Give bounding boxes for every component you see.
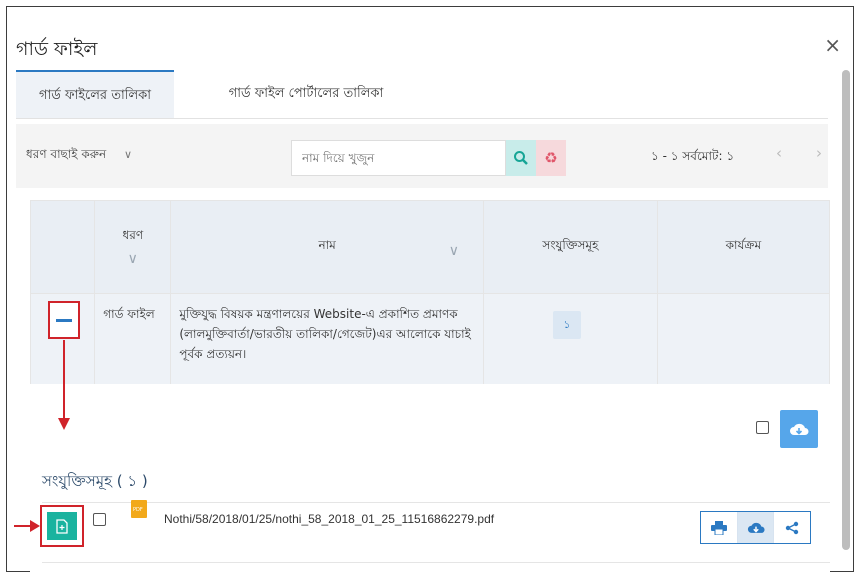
share-icon <box>785 521 799 534</box>
dialog-title: গার্ড ফাইল <box>16 38 98 60</box>
next-page-button[interactable]: › <box>816 144 822 162</box>
search-button[interactable] <box>506 140 536 176</box>
attachment-count-badge[interactable]: ১ <box>553 311 581 339</box>
chevron-down-icon: ∨ <box>123 148 133 161</box>
guard-file-table: ধরণ ∨ নাম ∨ সংযুক্তিসমূহ কার্যক্রম গার্ড… <box>29 200 831 403</box>
reset-button[interactable]: ♻ <box>536 140 566 176</box>
divider <box>42 502 830 503</box>
attachments-panel <box>30 384 830 574</box>
recycle-icon: ♻ <box>544 149 558 167</box>
file-checkbox[interactable] <box>93 513 106 526</box>
toolbar: ধরণ বাছাই করুন ∨ ♻ ১ - ১ সর্বমোট: ১ ‹ › <box>16 124 828 188</box>
attachments-column-header: সংযুক্তিসমূহ <box>483 200 658 294</box>
print-icon <box>710 520 727 535</box>
type-header-label: ধরণ <box>122 228 144 242</box>
annotation-arrow-head <box>30 520 40 532</box>
prev-page-button[interactable]: ‹ <box>776 144 782 162</box>
tab-bar: গার্ড ফাইলের তালিকা গার্ড ফাইল পোর্টালের… <box>16 70 828 119</box>
pdf-icon: PDF <box>131 500 147 518</box>
expand-column-header <box>29 200 96 294</box>
print-button[interactable] <box>701 512 738 543</box>
select-all-checkbox[interactable] <box>756 421 769 434</box>
table-header-row: ধরণ ∨ নাম ∨ সংযুক্তিসমূহ কার্যক্রম <box>29 200 831 294</box>
attachments-title: সংযুক্তিসমূহ ( ১ ) <box>42 472 148 490</box>
actions-column-header: কার্যক্রম <box>656 200 831 294</box>
minus-icon <box>56 318 72 322</box>
vertical-scrollbar[interactable] <box>842 70 850 550</box>
file-action-group <box>700 511 811 544</box>
type-filter-dropdown[interactable]: ধরণ বাছাই করুন ∨ <box>26 146 132 166</box>
pagination-summary: ১ - ১ সর্বমোট: ১ <box>651 149 735 163</box>
tab-guard-file-list[interactable]: গার্ড ফাইলের তালিকা <box>16 70 174 118</box>
cloud-download-icon <box>790 423 809 435</box>
collapse-row-button[interactable] <box>48 301 80 339</box>
annotation-arrow-head <box>58 418 70 430</box>
search-icon <box>514 151 528 165</box>
sort-chevron-icon: ∨ <box>127 251 138 267</box>
tab-guard-file-portal-list[interactable]: গার্ড ফাইল পোর্টালের তালিকা <box>206 70 406 118</box>
view-file-button[interactable] <box>40 505 84 547</box>
file-icon <box>56 518 68 534</box>
close-icon[interactable]: × <box>824 33 841 57</box>
divider <box>42 562 830 563</box>
name-header-label: নাম <box>318 238 336 252</box>
search-input[interactable] <box>291 140 506 176</box>
type-column-header[interactable]: ধরণ ∨ <box>94 200 172 294</box>
download-all-button[interactable] <box>780 410 818 448</box>
cloud-download-icon <box>747 522 765 533</box>
annotation-arrow-line <box>63 340 65 420</box>
file-name[interactable]: Nothi/58/2018/01/25/nothi_58_2018_01_25_… <box>164 512 494 526</box>
name-column-header[interactable]: নাম ∨ <box>170 200 485 294</box>
sort-chevron-icon: ∨ <box>448 243 460 259</box>
download-button[interactable] <box>737 512 775 543</box>
type-filter-label: ধরণ বাছাই করুন <box>26 147 107 161</box>
share-button[interactable] <box>774 512 810 543</box>
